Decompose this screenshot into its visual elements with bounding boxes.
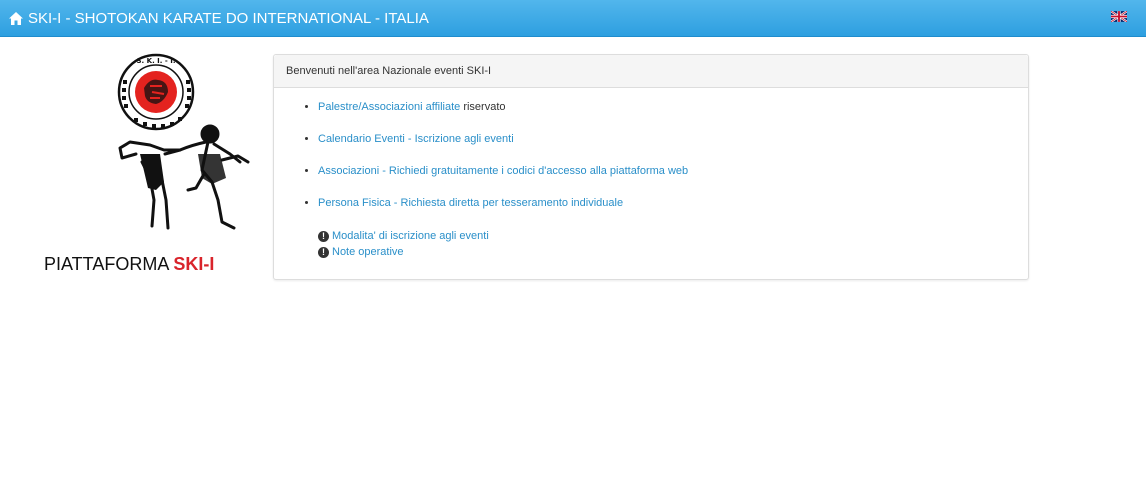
- ski-i-logo: S. K. I. - I.: [117, 53, 250, 230]
- link-note-operative[interactable]: Note operative: [332, 244, 404, 260]
- link-calendario-eventi[interactable]: Calendario Eventi - Iscrizione agli even…: [318, 133, 514, 145]
- panel-heading: Benvenuti nell'area Nazionale eventi SKI…: [274, 55, 1028, 88]
- list-item: Persona Fisica - Richiesta diretta per t…: [318, 195, 688, 227]
- links-list: Palestre/Associazioni affiliate riservat…: [318, 99, 688, 227]
- home-icon: [8, 11, 24, 26]
- list-item: Palestre/Associazioni affiliate riservat…: [318, 99, 688, 131]
- uk-flag-icon[interactable]: [1111, 11, 1127, 22]
- platform-name: SKI-I: [173, 254, 215, 274]
- link-modalita-iscrizione[interactable]: Modalita' di iscrizione agli eventi: [332, 228, 489, 244]
- link-persona-fisica[interactable]: Persona Fisica - Richiesta diretta per t…: [318, 197, 623, 209]
- platform-title: PIATTAFORMA SKI-I: [44, 254, 214, 275]
- site-title: SKI-I - SHOTOKAN KARATE DO INTERNATIONAL…: [28, 10, 429, 27]
- info-icon: !: [318, 246, 329, 258]
- notes-list: ! Modalita' di iscrizione agli eventi ! …: [318, 228, 489, 260]
- note-item: ! Note operative: [318, 244, 489, 260]
- platform-prefix: PIATTAFORMA: [44, 254, 174, 274]
- welcome-panel: Benvenuti nell'area Nazionale eventi SKI…: [273, 54, 1029, 280]
- top-navbar: SKI-I - SHOTOKAN KARATE DO INTERNATIONAL…: [0, 0, 1146, 37]
- link-suffix: riservato: [460, 101, 506, 113]
- svg-text:S. K. I. - I.: S. K. I. - I.: [137, 57, 176, 65]
- list-item: Associazioni - Richiedi gratuitamente i …: [318, 163, 688, 195]
- link-associazioni-codici[interactable]: Associazioni - Richiedi gratuitamente i …: [318, 165, 688, 177]
- list-item: Calendario Eventi - Iscrizione agli even…: [318, 131, 688, 163]
- note-item: ! Modalita' di iscrizione agli eventi: [318, 228, 489, 244]
- brand-link[interactable]: SKI-I - SHOTOKAN KARATE DO INTERNATIONAL…: [8, 0, 429, 37]
- info-icon: !: [318, 230, 329, 242]
- link-palestre-associazioni[interactable]: Palestre/Associazioni affiliate: [318, 101, 460, 113]
